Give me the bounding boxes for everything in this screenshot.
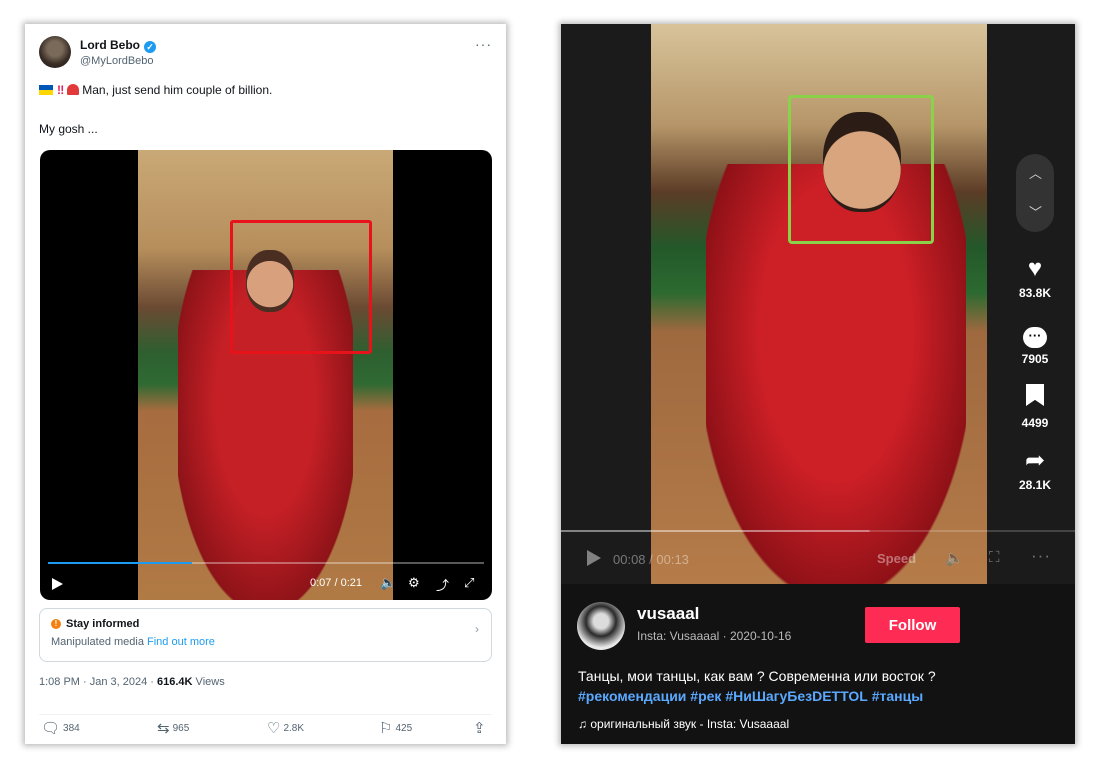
tweet-video-player[interactable]: 0:07 / 0:21 🔈 ⚙ ⤴ ⤢	[40, 150, 492, 600]
hashtag-link[interactable]: #НиШагуБезDETTOL	[725, 688, 868, 704]
share-action[interactable]: ➦ 28.1K	[1001, 447, 1069, 493]
volume-icon[interactable]: 🔈	[945, 549, 964, 567]
like-count: 83.8K	[1018, 286, 1052, 300]
reply-icon: 🗨	[41, 720, 61, 737]
tweet-text-line-1: ‼ Man, just send him couple of billion.	[39, 83, 272, 97]
repost-button[interactable]: ⇆ 965	[157, 719, 189, 737]
share-button[interactable]: ⇪	[473, 719, 489, 737]
face-highlight-box-red	[230, 220, 372, 354]
double-exclamation-icon: ‼	[57, 83, 65, 97]
hashtag-link[interactable]: #рекомендации	[578, 688, 686, 704]
comment-count: 7905	[1021, 352, 1049, 366]
bookmark-button[interactable]: ⚐ 425	[379, 719, 412, 737]
more-options-icon[interactable]: ···	[475, 36, 492, 52]
tweet-meta: 1:08 PM · Jan 3, 2024 · 616.4K Views	[39, 676, 225, 688]
heart-icon: ♡	[267, 720, 281, 737]
like-button[interactable]: ♡ 2.8K	[267, 719, 304, 737]
volume-icon[interactable]: 🔈	[380, 575, 396, 591]
play-icon[interactable]	[52, 578, 63, 590]
views-label: Views	[192, 676, 225, 688]
comment-bubble-icon: ···	[1023, 327, 1047, 348]
play-icon[interactable]	[587, 550, 601, 566]
notice-body: Manipulated media Find out more	[51, 636, 215, 648]
author-handle[interactable]: @MyLordBebo	[80, 55, 154, 67]
heart-icon: ♥	[1027, 255, 1043, 282]
more-options-icon[interactable]: ···	[1031, 546, 1051, 566]
reply-count: 384	[63, 723, 80, 734]
hashtag-link[interactable]: #танцы	[872, 688, 923, 704]
creator-avatar[interactable]	[577, 602, 625, 650]
fullscreen-icon[interactable]: ⛶	[989, 549, 1000, 566]
save-count: 4499	[1021, 416, 1049, 430]
music-note-icon: ♫	[578, 717, 587, 731]
ukraine-flag-icon	[39, 85, 53, 95]
follow-button[interactable]: Follow	[865, 607, 960, 643]
tiktok-video-player[interactable]: ︿ ﹀ ♥ 83.8K ··· 7905 4499 ➦ 28.1K 00:08 …	[561, 24, 1075, 584]
sound-name: оригинальный звук - Insta: Vusaaaal	[590, 717, 790, 731]
chevron-up-icon[interactable]: ︿	[1029, 163, 1042, 182]
tiktok-controls: 00:08 / 00:13 Speed 🔈 ⛶ ···	[561, 544, 1075, 574]
video-caption: Танцы, мои танцы, как вам ? Современна и…	[578, 666, 1058, 706]
tweet-card: Lord Bebo ✓ @MyLordBebo ··· ‼ Man, just se…	[25, 24, 506, 744]
video-frame	[138, 150, 393, 600]
bookmark-icon: ⚐	[379, 720, 393, 737]
author-avatar[interactable]	[39, 36, 71, 68]
picture-in-picture-icon[interactable]: ⤴	[436, 575, 449, 594]
info-alert-icon: !	[51, 619, 61, 629]
bookmark-icon	[1026, 384, 1044, 406]
verified-badge-icon: ✓	[144, 41, 156, 53]
sound-link[interactable]: ♫ оригинальный звук - Insta: Vusaaaal	[578, 717, 789, 731]
settings-gear-icon[interactable]: ⚙	[408, 575, 420, 591]
tiktok-progress-bar[interactable]	[561, 530, 1075, 532]
siren-icon	[67, 84, 80, 95]
tweet-actions-bar: 🗨 384 ⇆ 965 ♡ 2.8K ⚐ 425 ⇪	[39, 714, 492, 737]
reply-button[interactable]: 🗨 384	[41, 719, 80, 737]
repost-count: 965	[172, 723, 190, 734]
fullscreen-icon[interactable]: ⤢	[464, 575, 474, 591]
notice-title: Stay informed	[66, 618, 140, 630]
video-nav-pill: ︿ ﹀	[1016, 154, 1054, 232]
share-count: 28.1K	[1018, 478, 1052, 492]
chevron-down-icon[interactable]: ﹀	[1029, 202, 1042, 221]
creator-subline: Insta: Vusaaaal · 2020-10-16	[637, 629, 792, 643]
share-icon: ⇪	[473, 720, 486, 737]
tiktok-video-time: 00:08 / 00:13	[613, 552, 689, 567]
caption-text: Танцы, мои танцы, как вам ? Современна и…	[578, 668, 936, 684]
face-highlight-box-green	[788, 95, 934, 244]
hashtag-link[interactable]: #рек	[690, 688, 721, 704]
share-arrow-icon: ➦	[1024, 447, 1046, 474]
author-name[interactable]: Lord Bebo ✓	[80, 38, 156, 53]
video-time: 0:07 / 0:21	[310, 577, 362, 589]
bookmark-count: 425	[395, 723, 413, 734]
tweet-text-line-2: My gosh ...	[39, 122, 98, 136]
speed-button[interactable]: Speed	[877, 551, 916, 566]
tweet-text: Man, just send him couple of billion.	[82, 83, 273, 97]
video-progress-bar[interactable]	[48, 562, 484, 564]
tweet-datetime[interactable]: 1:08 PM · Jan 3, 2024 ·	[39, 676, 157, 688]
save-action[interactable]: 4499	[1001, 384, 1069, 430]
notice-body-text: Manipulated media	[51, 636, 144, 648]
creator-username[interactable]: vusaaal	[637, 604, 699, 624]
like-count: 2.8K	[283, 723, 305, 734]
video-progress-fill	[48, 562, 192, 564]
like-action[interactable]: ♥ 83.8K	[1001, 255, 1069, 301]
views-count: 616.4K	[157, 676, 193, 688]
repost-icon: ⇆	[157, 720, 170, 737]
community-notice[interactable]: ! Stay informed Manipulated media Find o…	[39, 608, 492, 662]
tiktok-panel: ︿ ﹀ ♥ 83.8K ··· 7905 4499 ➦ 28.1K 00:08 …	[561, 24, 1075, 744]
chevron-right-icon: ›	[475, 622, 479, 636]
author-name-text[interactable]: Lord Bebo	[80, 38, 140, 52]
comment-action[interactable]: ··· 7905	[1001, 320, 1069, 366]
find-out-more-link[interactable]: Find out more	[147, 636, 215, 648]
